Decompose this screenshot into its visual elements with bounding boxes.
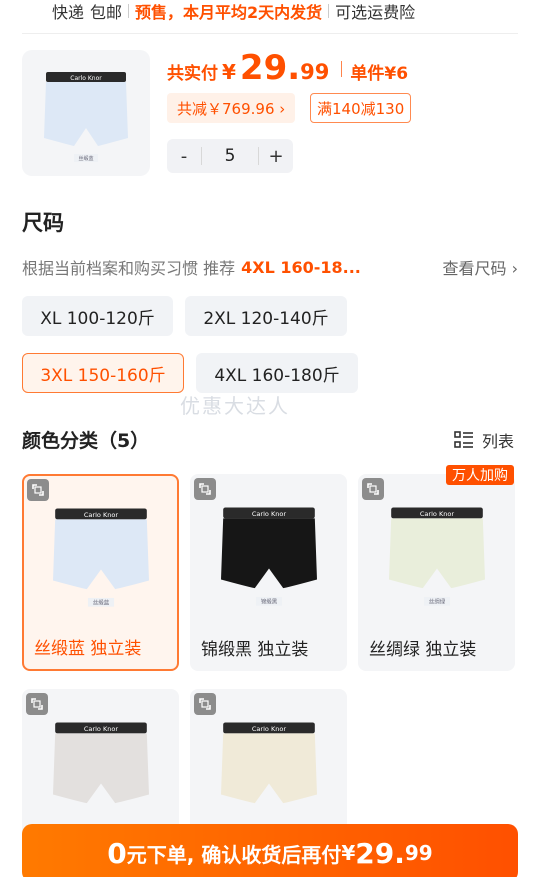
order-button[interactable]: 0 元下单, 确认收货后再付 ¥ 29. 99 [22, 824, 518, 877]
size-section-title: 尺码 [22, 211, 64, 235]
expand-icon[interactable] [27, 479, 49, 501]
svg-text:Carlo Knor: Carlo Knor [83, 511, 118, 519]
shipping-info: 快递 包邮 预售，本月平均2天内发货 可选运费险 [52, 0, 415, 22]
size-option-xl[interactable]: XL 100-120斤 [22, 296, 173, 336]
list-toggle-label: 列表 [481, 432, 514, 451]
shipping-insurance: 可选运费险 [335, 3, 416, 22]
free-shipping: 包邮 [90, 3, 123, 22]
cta-amount: 0 [107, 836, 127, 870]
price-label: 共实付 [167, 64, 218, 84]
expand-icon[interactable] [26, 693, 48, 715]
svg-text:丝绸绿: 丝绸绿 [428, 597, 445, 605]
watermark: 优惠大达人 [180, 394, 290, 418]
currency-symbol: ¥ [222, 60, 236, 84]
popular-badge: 万人加购 [446, 465, 514, 485]
quantity-stepper[interactable]: - 5 + [167, 139, 293, 173]
view-size-chart-link[interactable]: 查看尺码 › [443, 255, 519, 279]
cta-currency: ¥ [341, 841, 356, 865]
product-thumbnail[interactable]: Carlo Knor 丝缎蓝 [22, 50, 150, 176]
expand-icon[interactable] [194, 693, 216, 715]
divider [328, 4, 330, 18]
discount-detail-button[interactable]: 共减￥769.96 › [167, 93, 296, 123]
delivery-method: 快递 [52, 3, 85, 22]
increase-button[interactable]: + [259, 146, 293, 167]
total-price: 共实付 ¥ 29. 99 单件¥6 [167, 48, 408, 90]
size-recommendation: 根据当前档案和购买习惯 推荐 4XL 160-18... 查看尺码 › [22, 254, 518, 280]
color-option-label: 丝缎蓝 独立装 [34, 639, 142, 659]
presale-notice: 预售，本月平均2天内发货 [135, 3, 323, 22]
svg-text:Carlo Knor: Carlo Knor [83, 725, 118, 733]
divider [22, 33, 518, 34]
color-option-label: 锦缎黑 独立装 [201, 640, 309, 660]
cta-text: 元下单, 确认收货后再付 [126, 842, 342, 867]
unit-price: 单件¥6 [350, 64, 409, 84]
svg-text:Carlo Knor: Carlo Knor [70, 75, 102, 82]
recommendation-text: 根据当前档案和购买习惯 推荐 [22, 259, 236, 278]
divider [341, 61, 343, 77]
size-option-2xl[interactable]: 2XL 120-140斤 [185, 296, 347, 336]
svg-text:Carlo Knor: Carlo Knor [251, 510, 286, 518]
list-view-toggle[interactable]: 列表 [454, 428, 514, 452]
recommended-size: 4XL 160-18... [241, 257, 361, 277]
svg-text:Carlo Knor: Carlo Knor [251, 725, 286, 733]
cta-price-integer: 29. [355, 836, 405, 870]
color-section-title: 颜色分类（5） [22, 430, 150, 452]
divider [128, 4, 130, 18]
color-option-label: 丝绸绿 独立装 [369, 640, 477, 660]
cta-price-decimal: 99 [404, 841, 433, 865]
svg-text:丝缎蓝: 丝缎蓝 [78, 155, 93, 162]
briefs-image: Carlo Knor 丝缎蓝 [44, 72, 128, 162]
expand-icon[interactable] [194, 478, 216, 500]
svg-text:Carlo Knor: Carlo Knor [419, 510, 454, 518]
svg-text:锦缎黑: 锦缎黑 [260, 597, 277, 605]
color-option-card[interactable]: Carlo Knor 丝缎蓝 丝缎蓝 独立装 [22, 474, 179, 671]
list-icon [454, 431, 474, 449]
color-option-card[interactable]: Carlo Knor 锦缎黑 锦缎黑 独立装 [190, 474, 347, 671]
size-option-4xl[interactable]: 4XL 160-180斤 [196, 353, 358, 393]
expand-icon[interactable] [362, 478, 384, 500]
size-option-3xl[interactable]: 3XL 150-160斤 [22, 353, 184, 393]
svg-text:丝缎蓝: 丝缎蓝 [92, 598, 109, 606]
quantity-value[interactable]: 5 [201, 147, 259, 165]
price-decimal: 99 [300, 60, 330, 84]
color-option-card[interactable]: Carlo Knor 丝绸绿 丝绸绿 独立装 [358, 474, 515, 671]
coupon-tag: 满140减130 [310, 93, 412, 123]
decrease-button[interactable]: - [167, 146, 201, 167]
price-integer: 29. [239, 48, 301, 88]
